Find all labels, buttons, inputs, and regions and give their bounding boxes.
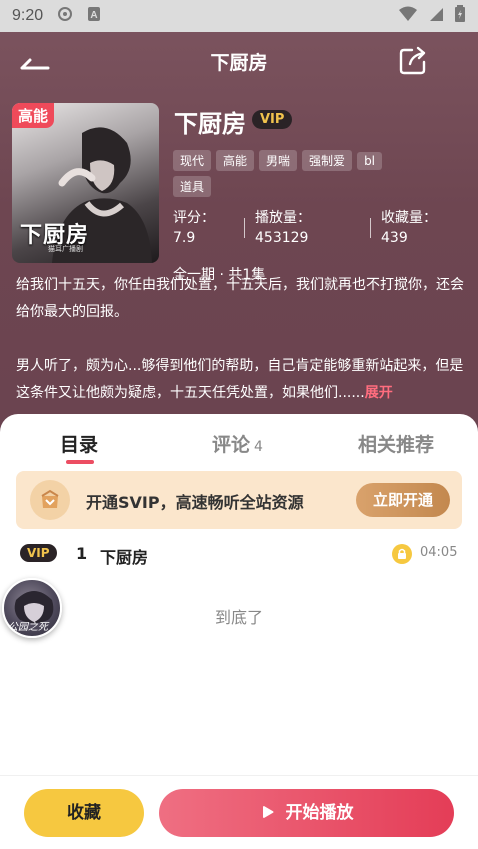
- bottom-action-bar: 收藏 开始播放: [0, 775, 478, 849]
- favorite-button[interactable]: 收藏: [24, 789, 144, 837]
- description-paragraph-2: 男人听了，颇为心...够得到他们的帮助，自己肯定能够重新站起来，但是这条件又让他…: [16, 353, 466, 407]
- floating-player-avatar[interactable]: 公园之死: [2, 578, 62, 638]
- play-icon: [262, 805, 273, 818]
- description: 给我们十五天，你任由我们处置，十五天后，我们就再也不打搅你，还会给你最大的回报。…: [16, 272, 466, 407]
- lock-icon: [392, 544, 412, 564]
- stat-divider: [370, 218, 371, 238]
- stats-row: 评分： 7.9 播放量： 453129 收藏量： 439: [173, 208, 473, 248]
- tag[interactable]: 道具: [173, 176, 212, 197]
- vip-badge: VIP: [252, 110, 293, 129]
- description-paragraph: 给我们十五天，你任由我们处置，十五天后，我们就再也不打搅你，还会给你最大的回报。: [16, 277, 464, 320]
- svip-crown-icon: [30, 480, 70, 520]
- tab-label: 相关推荐: [358, 434, 435, 456]
- book-title: 下厨房: [174, 110, 246, 138]
- cover-subtitle: 猫耳广播剧: [48, 245, 83, 253]
- episode-duration: 04:05: [420, 545, 458, 560]
- tag[interactable]: bl: [357, 152, 383, 170]
- app-notification-icon: A: [87, 6, 101, 27]
- settings-status-icon: [57, 6, 73, 27]
- tab-related[interactable]: 相关推荐: [358, 430, 434, 457]
- cover-badge: 高能: [12, 103, 55, 128]
- favorites-value: 439: [381, 230, 408, 246]
- share-icon: [399, 46, 426, 75]
- top-navigation: 下厨房: [0, 40, 478, 84]
- wifi-icon: [398, 6, 418, 27]
- description-text: 男人听了，颇为心...够得到他们的帮助，自己肯定能够重新站起来，但是这条件又让他…: [16, 358, 464, 401]
- comment-count: 4: [254, 439, 263, 455]
- plays-value: 453129: [255, 230, 309, 246]
- battery-icon: [454, 4, 466, 28]
- rating-label: 评分：: [173, 210, 215, 226]
- signal-icon: [428, 6, 444, 27]
- tag[interactable]: 强制爱: [302, 150, 353, 171]
- svip-open-button[interactable]: 立即开通: [356, 483, 450, 517]
- episode-number: 1: [76, 544, 88, 563]
- stat-favorites: 收藏量： 439: [381, 208, 437, 248]
- svip-promo-text: 开通SVIP，高速畅听全站资源: [86, 493, 304, 512]
- favorites-label: 收藏量：: [381, 210, 437, 226]
- play-label: 开始播放: [285, 803, 354, 823]
- start-play-button[interactable]: 开始播放: [159, 789, 454, 837]
- end-of-list-text: 到底了: [214, 608, 263, 627]
- episode-title: 下厨房: [100, 548, 149, 567]
- expand-link[interactable]: 展开: [365, 385, 393, 401]
- tab-comments[interactable]: 评论 4: [212, 430, 263, 457]
- stat-rating: 评分： 7.9: [173, 208, 215, 248]
- episode-item[interactable]: VIP 1 下厨房 04:05: [0, 534, 478, 576]
- avatar-caption: 公园之死: [8, 622, 48, 633]
- tag[interactable]: 现代: [173, 150, 212, 171]
- tag[interactable]: 男喘: [259, 150, 298, 171]
- tag[interactable]: 高能: [216, 150, 255, 171]
- tab-label: 评论: [212, 434, 251, 456]
- svip-banner[interactable]: 开通SVIP，高速畅听全站资源 立即开通: [16, 471, 462, 529]
- tab-label: 目录: [60, 434, 99, 456]
- share-button[interactable]: [398, 46, 428, 76]
- stat-plays: 播放量： 453129: [255, 208, 311, 248]
- tab-catalog[interactable]: 目录: [60, 430, 98, 457]
- cover-image: 高能 下厨房 猫耳广播剧: [12, 103, 159, 263]
- svg-text:A: A: [91, 10, 98, 21]
- status-bar: 9:20 A: [0, 0, 478, 32]
- stat-divider: [244, 218, 245, 238]
- episode-vip-badge: VIP: [20, 544, 57, 562]
- rating-value: 7.9: [173, 230, 196, 246]
- tab-bar: 目录 评论 4 相关推荐: [0, 414, 478, 469]
- active-tab-indicator: [66, 460, 94, 464]
- status-time: 9:20: [12, 7, 44, 24]
- tag-list: 现代 高能 男喘 强制爱 bl 道具: [173, 150, 463, 202]
- plays-label: 播放量：: [255, 210, 311, 226]
